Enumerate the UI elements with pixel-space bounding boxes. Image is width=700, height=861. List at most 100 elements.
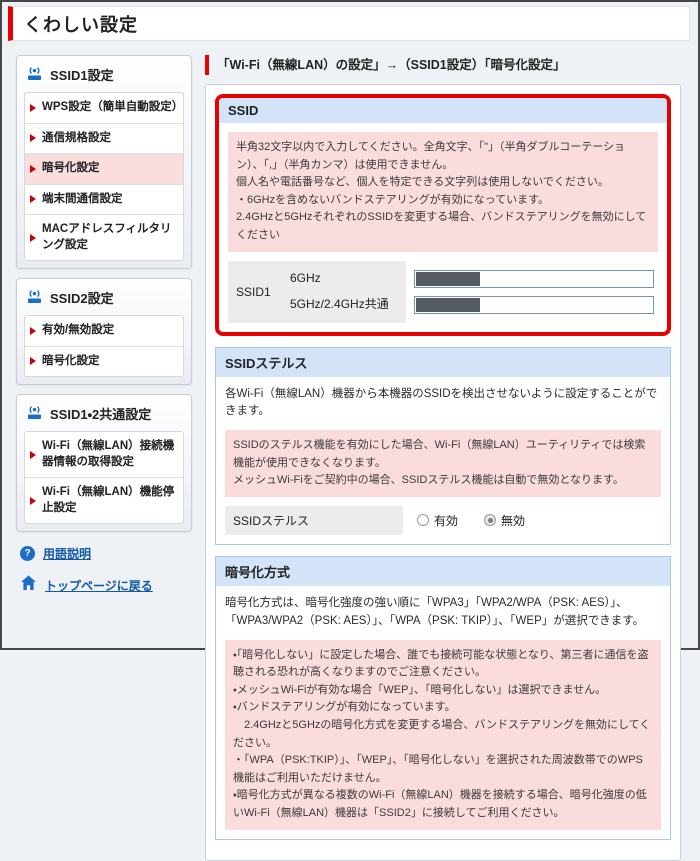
sidebar-item-mac-filter[interactable]: MACアドレスフィルタリング設定 xyxy=(25,214,183,260)
ssid-notice-line: 個人名や電話番号など、個人を特定できる文字列は使用しないでください。 xyxy=(236,176,609,189)
red-triangle-icon xyxy=(30,103,36,112)
ssid-stealth-section: SSIDステルス 各Wi-Fi（無線LAN）機器から本機器のSSIDを検出させな… xyxy=(215,346,671,545)
ssid-5ghz-input[interactable] xyxy=(414,295,654,314)
sidebar-item-label: Wi-Fi（無線LAN）接続機器情報の取得設定 xyxy=(42,440,175,468)
encryption-notice: ・「暗号化しない」に設定した場合、誰でも接続可能な状態となり、第三者に通信を盗聴… xyxy=(225,639,661,830)
sidebar-panel-ssid1-title: SSID1設定 xyxy=(50,68,114,83)
sidebar-item-label: 暗号化設定 xyxy=(42,162,100,175)
ssid-stealth-radio-group: 有効 無効 xyxy=(403,506,525,535)
sidebar-item-angouka-active[interactable]: 暗号化設定 xyxy=(25,153,183,184)
sidebar-item-tsushin-kikaku[interactable]: 通信規格設定 xyxy=(25,122,183,154)
question-icon: ? xyxy=(20,546,35,562)
router-settings-page: { "page": { "title": "くわしい設定" }, "colors… xyxy=(0,0,700,861)
page-title-text: くわしい設定 xyxy=(24,14,138,35)
radio-enable-label: 有効 xyxy=(434,513,459,528)
red-triangle-icon xyxy=(30,326,36,335)
encryption-content: 暗号化方式は、暗号化強度の強い順に「WPA3」「WPA2/WPA（PSK: AE… xyxy=(216,586,670,839)
sidebar-item-label: MACアドレスフィルタリング設定 xyxy=(42,223,172,251)
ssid-field-rows: SSID1 6GHz 5GHz/2.4GHz共通 xyxy=(228,260,658,323)
radio-disable[interactable]: 無効 xyxy=(484,512,525,529)
ssid-notice-line: 2.4GHzと5GHzそれぞれのSSIDを変更する場合、バンドステアリングを無効… xyxy=(236,211,647,241)
ssid-stealth-notice: SSIDのステルス機能を有効にした場合、Wi-Fi（無線LAN）ユーティリティで… xyxy=(225,430,661,497)
sidebar-item-label: Wi-Fi（無線LAN）機能停止設定 xyxy=(42,486,175,514)
ssid-stealth-header: SSIDステルス xyxy=(216,347,670,377)
ssid-section-header: SSID xyxy=(219,98,667,123)
ssid-notice-line: 半角32文字以内で入力してください。全角文字、「"」（半角ダブルコーテーション）… xyxy=(236,141,626,171)
sidebar-panel-ssid1-header: SSID1設定 xyxy=(24,63,184,92)
sidebar: SSID1設定 WPS設定（簡単自動設定） 通信規格設定 暗号化設定 端末間通信… xyxy=(16,55,192,596)
red-triangle-icon xyxy=(30,195,36,204)
radio-disable-label: 無効 xyxy=(501,513,526,528)
masked-ssid-value xyxy=(416,297,481,312)
red-triangle-icon xyxy=(30,233,36,242)
ssid-stealth-field-label: SSIDステルス xyxy=(225,505,403,535)
router-signal-icon xyxy=(25,288,44,307)
stealth-notice-line: メッシュWi-Fiをご契約中の場合、SSIDステルス機能は自動で無効となります。 xyxy=(233,474,624,487)
red-triangle-icon xyxy=(30,496,36,505)
ssid-section: SSID 半角32文字以内で入力してください。全角文字、「"」（半角ダブルコーテ… xyxy=(215,94,671,336)
encryption-description: 暗号化方式は、暗号化強度の強い順に「WPA3」「WPA2/WPA（PSK: AE… xyxy=(225,596,645,627)
glossary-link-label: 用語説明 xyxy=(43,547,92,562)
sidebar-item-tanmatsu[interactable]: 端末間通信設定 xyxy=(25,183,183,215)
home-icon xyxy=(20,575,37,596)
sidebar-item-label: 有効/無効設定 xyxy=(42,324,115,337)
encryption-notice-line: ・「暗号化しない」に設定した場合、誰でも接続可能な状態となり、第三者に通信を盗聴… xyxy=(233,648,649,679)
sidebar-panel-ssid2-header: SSID2設定 xyxy=(24,286,184,315)
red-triangle-icon xyxy=(30,134,36,143)
settings-panel: SSID 半角32文字以内で入力してください。全角文字、「"」（半角ダブルコーテ… xyxy=(205,84,681,861)
stealth-notice-line: SSIDのステルス機能を有効にした場合、Wi-Fi（無線LAN）ユーティリティで… xyxy=(233,439,646,469)
back-to-top-link-label: トップページに戻る xyxy=(45,579,153,594)
encryption-section: 暗号化方式 暗号化方式は、暗号化強度の強い順に「WPA3」「WPA2/WPA（P… xyxy=(215,555,671,840)
ssid-stealth-form-row: SSIDステルス 有効 無効 xyxy=(225,505,661,535)
red-triangle-icon xyxy=(30,450,36,459)
red-triangle-icon xyxy=(30,357,36,366)
back-to-top-link[interactable]: トップページに戻る xyxy=(20,575,192,596)
red-triangle-icon xyxy=(30,164,36,173)
ssid-section-content: 半角32文字以内で入力してください。全角文字、「"」（半角ダブルコーテーション）… xyxy=(219,123,667,332)
breadcrumb: 「Wi-Fi（無線LAN）の設定」→（SSID1設定）「暗号化設定」 xyxy=(205,55,681,75)
sidebar-item-wps[interactable]: WPS設定（簡単自動設定） xyxy=(25,93,183,123)
sidebar-item-yuko-muko[interactable]: 有効/無効設定 xyxy=(25,316,183,346)
ssid-label-cell: SSID1 6GHz 5GHz/2.4GHz共通 xyxy=(228,260,406,323)
sidebar-panel-common-header: SSID1・2共通設定 xyxy=(24,402,184,431)
sidebar-panel-common-title: SSID1・2共通設定 xyxy=(50,407,152,423)
ssid-6ghz-input[interactable] xyxy=(414,269,654,288)
encryption-notice-line: ・メッシュWi-Fiが有効な場合「WEP」、「暗号化しない」は選択できません。 xyxy=(233,683,607,696)
sidebar-item-label: 暗号化設定 xyxy=(42,354,100,367)
ssid-notice: 半角32文字以内で入力してください。全角文字、「"」（半角ダブルコーテーション）… xyxy=(228,132,658,252)
radio-disable-circle xyxy=(484,514,497,527)
encryption-notice-line: ・暗号化方式が異なる複数のWi-Fi（無線LAN）機器を接続する場合、暗号化強度… xyxy=(233,789,647,819)
masked-ssid-value xyxy=(416,271,481,286)
ssid-inputs xyxy=(406,261,658,323)
router-signal-icon xyxy=(25,404,44,423)
encryption-notice-line: 2.4GHzと5GHzの暗号化方式を変更する場合、バンドステアリングを無効にして… xyxy=(233,718,651,749)
main-content: 「Wi-Fi（無線LAN）の設定」→（SSID1設定）「暗号化設定」 SSID … xyxy=(205,55,681,861)
sidebar-common-items: Wi-Fi（無線LAN）接続機器情報の取得設定 Wi-Fi（無線LAN）機能停止… xyxy=(24,431,184,525)
ssid1-row-label: SSID1 xyxy=(236,284,271,299)
ssid-5ghz-label: 5GHz/2.4GHz共通 xyxy=(290,297,389,312)
glossary-link[interactable]: ? 用語説明 xyxy=(20,545,192,562)
sidebar-panel-ssid2: SSID2設定 有効/無効設定 暗号化設定 xyxy=(16,278,192,386)
sidebar-item-label: WPS設定（簡単自動設定） xyxy=(42,101,184,113)
sidebar-panel-common: SSID1・2共通設定 Wi-Fi（無線LAN）接続機器情報の取得設定 Wi-F… xyxy=(16,394,192,533)
sidebar-item-label: 端末間通信設定 xyxy=(42,192,123,205)
page-title: くわしい設定 xyxy=(8,6,690,41)
sidebar-item-ssid2-angouka[interactable]: 暗号化設定 xyxy=(25,345,183,377)
ssid-stealth-description: 各Wi-Fi（無線LAN）機器から本機器のSSIDを検出させないように設定するこ… xyxy=(225,387,658,418)
ssid-notice-line: ・6GHzを含めないバンドステアリングが有効になっています。 xyxy=(236,193,550,206)
encryption-notice-line: ・バンドステアリングが有効になっています。 xyxy=(233,701,456,714)
radio-enable[interactable]: 有効 xyxy=(417,512,458,529)
router-signal-icon xyxy=(25,65,44,84)
sidebar-item-label: 通信規格設定 xyxy=(42,131,111,144)
encryption-header: 暗号化方式 xyxy=(216,556,670,586)
encryption-notice-line: ・「WPA（PSK:TKIP）」、「WEP」、「暗号化しない」を選択された周波数… xyxy=(233,754,643,784)
ssid-stealth-content: 各Wi-Fi（無線LAN）機器から本機器のSSIDを検出させないように設定するこ… xyxy=(216,377,670,544)
radio-enable-circle xyxy=(417,514,429,527)
sidebar-panel-ssid1: SSID1設定 WPS設定（簡単自動設定） 通信規格設定 暗号化設定 端末間通信… xyxy=(16,55,192,270)
sidebar-item-kiki-joho[interactable]: Wi-Fi（無線LAN）接続機器情報の取得設定 xyxy=(25,432,183,477)
sidebar-item-kino-teishi[interactable]: Wi-Fi（無線LAN）機能停止設定 xyxy=(25,477,183,523)
sidebar-ssid2-items: 有効/無効設定 暗号化設定 xyxy=(24,315,184,378)
sidebar-ssid1-items: WPS設定（簡単自動設定） 通信規格設定 暗号化設定 端末間通信設定 MACアド… xyxy=(24,92,184,262)
sidebar-panel-ssid2-title: SSID2設定 xyxy=(50,291,114,307)
ssid-6ghz-label: 6GHz xyxy=(290,270,321,285)
